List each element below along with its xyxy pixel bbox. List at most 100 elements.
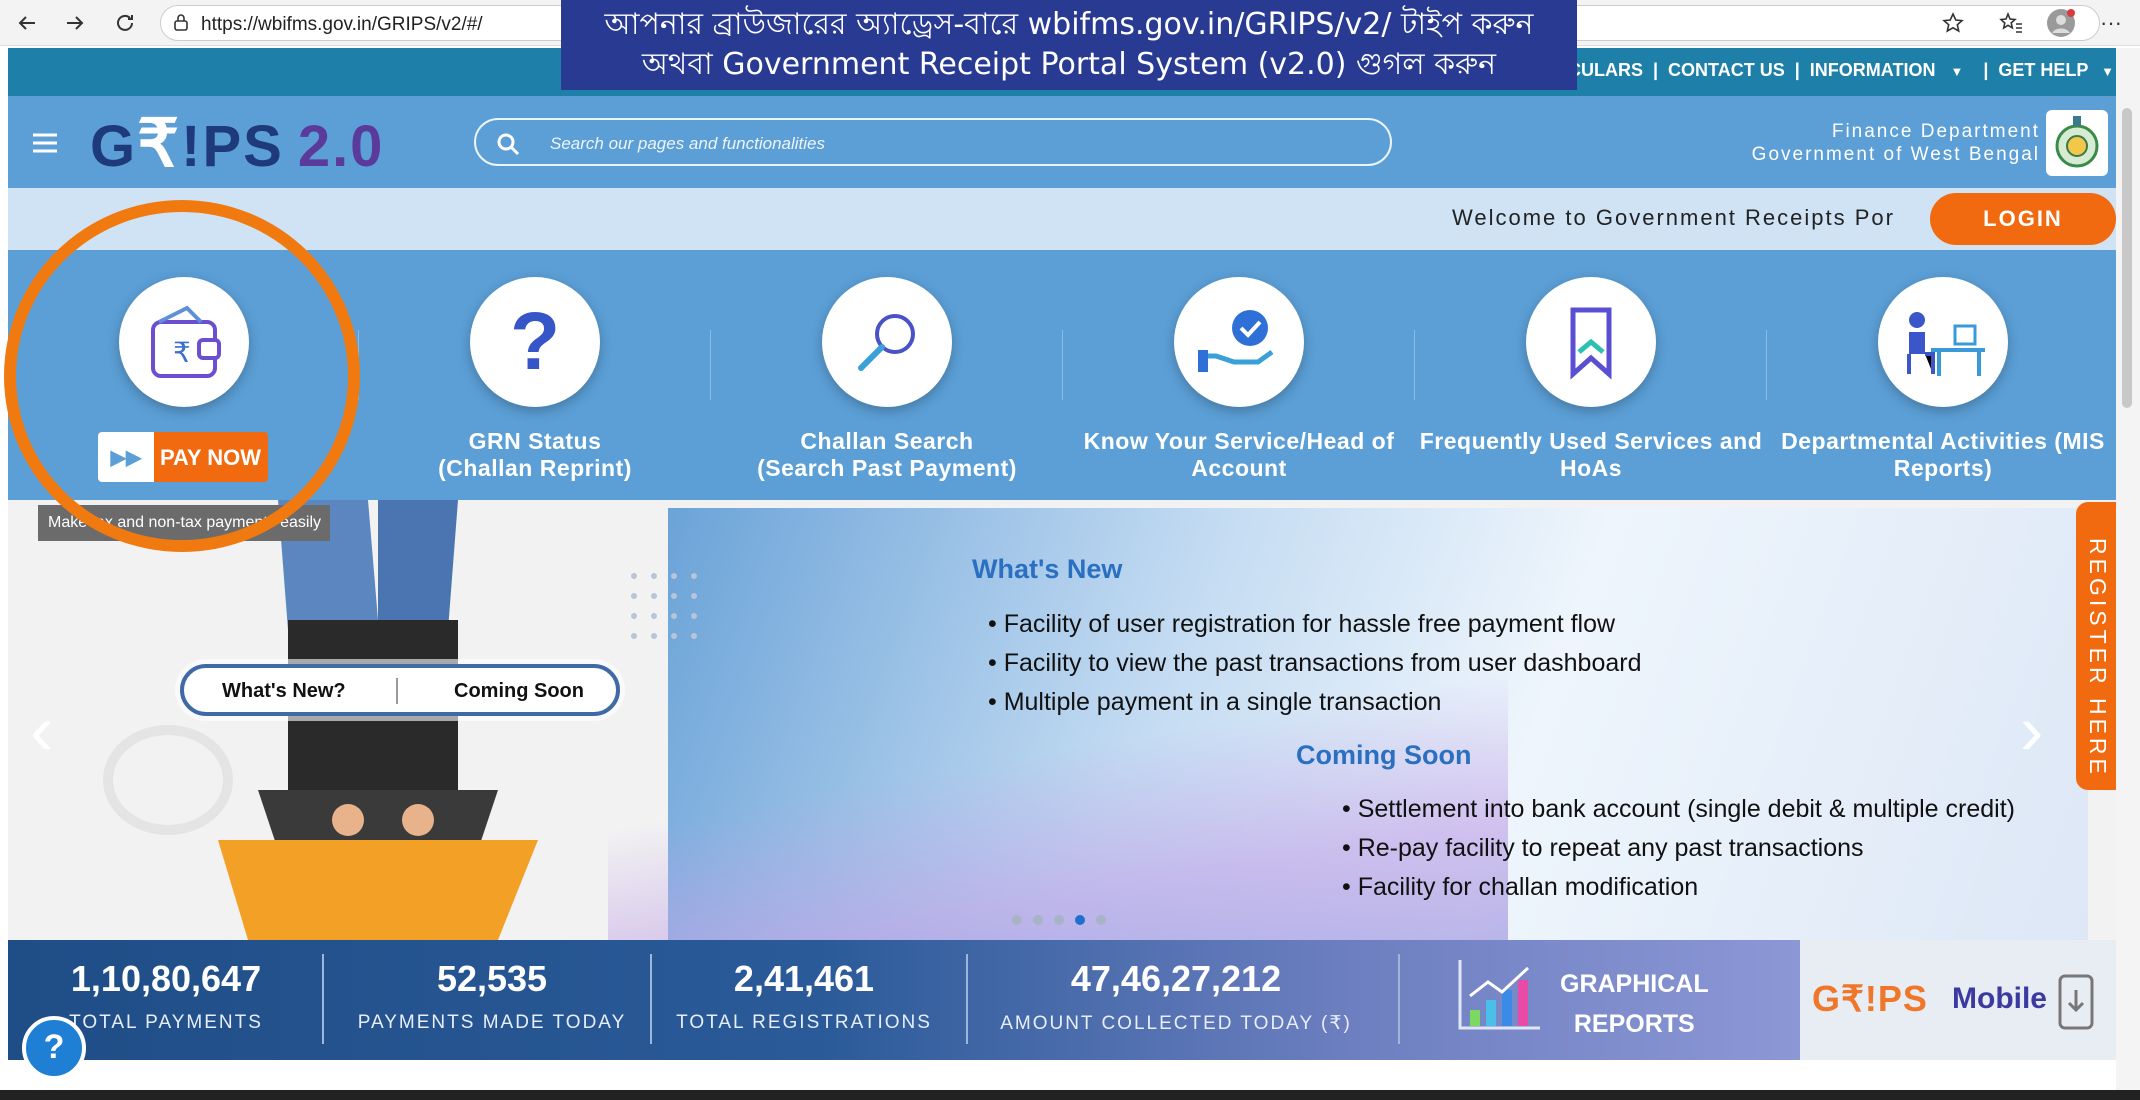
stat-value: 2,41,461 [733, 958, 875, 999]
carousel-dot[interactable] [1033, 915, 1043, 925]
service-label: Departmental Activities (MIS Reports) [1781, 428, 2105, 481]
dept-line-1: Finance Department [1831, 121, 2040, 142]
stat-label: AMOUNT COLLECTED TODAY (₹) [1000, 1013, 1352, 1034]
stat-value: 47,46,27,212 [1070, 958, 1282, 999]
dept-line-2: Government of West Bengal [1751, 144, 2040, 165]
star-icon[interactable] [1936, 6, 1970, 40]
logo-version: 2.0 [297, 114, 385, 179]
address-notice-banner: আপনার ব্রাউজারের অ্যাড্রেস-বারে wbifms.g… [561, 0, 1577, 90]
whats-new-item: • Facility to view the past transactions… [988, 649, 1642, 677]
more-icon[interactable]: ··· [2094, 6, 2128, 40]
chevron-down-icon: ▼ [2101, 64, 2114, 79]
grips-mobile-banner[interactable]: G₹!PS Mobile [1800, 940, 2116, 1060]
grips-logo[interactable]: G₹!PS 2.0 [90, 108, 384, 182]
help-chat-button[interactable]: ? [22, 1016, 86, 1080]
magnifier-icon [822, 277, 952, 407]
banner-line-2: অথবা Government Receipt Portal System (v… [641, 47, 1497, 82]
top-links: CIRCULARS | CONTACT US | INFORMATION ▼ |… [1537, 60, 2114, 81]
item-text: Re-pay facility to repeat any past trans… [1357, 834, 1864, 862]
pill-divider [396, 678, 398, 704]
whats-new-heading: What's New [972, 554, 1123, 584]
url-text: https://wbifms.gov.in/GRIPS/v2/#/ [201, 14, 483, 35]
coming-soon-item: • Re-pay facility to repeat any past tra… [1342, 834, 1864, 862]
carousel-dot-active[interactable] [1075, 915, 1085, 925]
service-departmental-activities[interactable]: Departmental Activities (MIS Reports) [1767, 250, 2119, 500]
site-search-input[interactable]: Search our pages and functionalities [474, 118, 1392, 166]
lock-icon [173, 13, 189, 37]
search-placeholder: Search our pages and functionalities [550, 134, 826, 153]
back-icon[interactable] [10, 6, 44, 40]
west-bengal-emblem [2046, 110, 2108, 176]
department-name: Finance Department Government of West Be… [1752, 120, 2040, 166]
carousel-dot[interactable] [1054, 915, 1064, 925]
coming-soon-item: • Facility for challan modification [1342, 873, 1699, 901]
carousel-next-arrow[interactable]: › [2020, 690, 2043, 770]
service-challan-search[interactable]: Challan Search (Search Past Payment) [711, 250, 1063, 500]
bookmark-icon [1526, 277, 1656, 407]
tab-whats-new[interactable]: What's New? [222, 680, 346, 703]
logo-part: ₹ [137, 106, 182, 180]
service-label: Frequently Used Services and HoAs [1419, 428, 1763, 481]
item-text: Facility to view the past transactions f… [1003, 649, 1642, 677]
coming-soon-item: • Settlement into bank account (single d… [1342, 795, 2015, 823]
stat-divider [1398, 954, 1400, 1044]
stat-amount-collected: 47,46,27,212 AMOUNT COLLECTED TODAY (₹) [968, 940, 1384, 1060]
highlight-circle [4, 200, 360, 552]
service-label: GRN Status (Challan Reprint) [438, 428, 632, 481]
item-text: Multiple payment in a single transaction [1003, 688, 1442, 716]
logo-part: G [90, 114, 138, 179]
page-scrollbar[interactable] [2116, 48, 2140, 1090]
question-icon: ? [470, 277, 600, 407]
register-label: REGISTER HERE [2085, 538, 2111, 778]
mobile-label: Mobile [1952, 982, 2047, 1015]
stat-total-registrations: 2,41,461 TOTAL REGISTRATIONS [652, 940, 956, 1060]
item-text: Facility for challan modification [1357, 873, 1699, 901]
taskbar-strip [0, 1090, 2140, 1100]
carousel-prev-arrow[interactable]: ‹ [30, 690, 53, 770]
logo-part: !PS [181, 114, 284, 179]
information-link[interactable]: INFORMATION [1810, 60, 1936, 80]
refresh-icon[interactable] [108, 6, 142, 40]
contact-us-link[interactable]: CONTACT US [1668, 60, 1785, 80]
service-frequently-used[interactable]: Frequently Used Services and HoAs [1415, 250, 1767, 500]
service-label: Challan Search (Search Past Payment) [757, 428, 1017, 481]
phone-download-icon [2058, 974, 2094, 1035]
chevron-down-icon: ▼ [1950, 64, 1964, 79]
laptop-illustration [103, 500, 538, 940]
dot-pattern [628, 570, 708, 645]
service-know-your-service[interactable]: Know Your Service/Head of Account [1063, 250, 1415, 500]
forward-icon[interactable] [58, 6, 92, 40]
search-icon [496, 132, 520, 161]
whats-new-item: • Multiple payment in a single transacti… [988, 688, 1442, 716]
link-separator: | [1983, 60, 1989, 80]
banner-line-1: আপনার ব্রাউজারের অ্যাড্রেস-বারে wbifms.g… [604, 7, 1534, 42]
profile-avatar[interactable] [2044, 6, 2078, 40]
favorites-icon[interactable] [1994, 6, 2028, 40]
link-separator: | [1794, 60, 1800, 80]
link-separator: | [1652, 60, 1659, 80]
mobile-logo: G₹!PS [1812, 978, 1928, 1019]
item-text: Settlement into bank account (single deb… [1357, 795, 2015, 823]
carousel-dot[interactable] [1096, 915, 1106, 925]
stat-payments-today: 52,535 PAYMENTS MADE TODAY [324, 940, 660, 1060]
tab-coming-soon[interactable]: Coming Soon [454, 680, 584, 703]
get-help-link[interactable]: GET HELP [1998, 60, 2088, 80]
hand-check-icon [1174, 277, 1304, 407]
coming-soon-heading: Coming Soon [1296, 740, 1472, 770]
login-button[interactable]: LOGIN [1930, 193, 2116, 245]
graphical-reports-link[interactable]: GRAPHICAL REPORTS [1560, 964, 1709, 1044]
stat-label: TOTAL REGISTRATIONS [676, 1012, 932, 1033]
statistics-bar: 1,10,80,647 TOTAL PAYMENTS 52,535 PAYMEN… [8, 940, 1800, 1060]
stat-value: 52,535 [436, 958, 548, 999]
carousel-dot[interactable] [1012, 915, 1022, 925]
service-grn-status[interactable]: ? GRN Status (Challan Reprint) [359, 250, 711, 500]
hamburger-menu-icon[interactable] [32, 132, 58, 159]
stat-value: 1,10,80,647 [70, 958, 262, 999]
register-here-tab[interactable]: REGISTER HERE [2076, 502, 2116, 790]
desk-person-icon [1878, 277, 2008, 407]
welcome-message: Welcome to Government Receipts Por [1452, 205, 1895, 230]
whats-new-item: • Facility of user registration for hass… [988, 610, 1616, 638]
bar-chart-icon [1456, 956, 1542, 1037]
stat-label: PAYMENTS MADE TODAY [357, 1012, 627, 1033]
item-text: Facility of user registration for hassle… [1003, 610, 1616, 638]
